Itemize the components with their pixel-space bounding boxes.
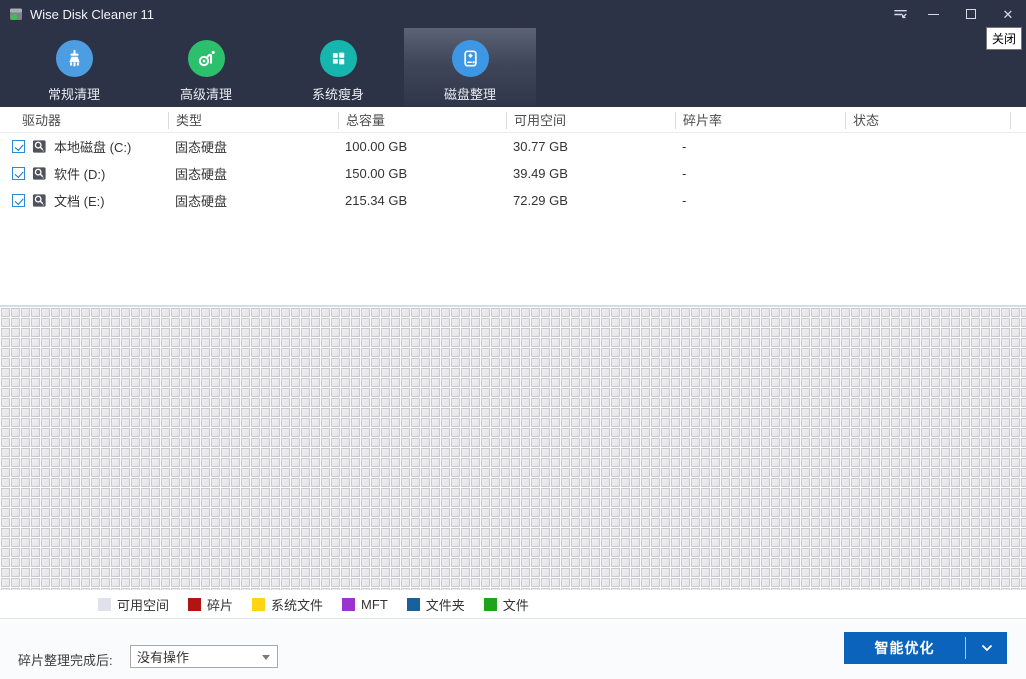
folder-swatch: [407, 598, 420, 611]
tab-label: 系统瘦身: [312, 84, 364, 103]
block-legend: 可用空间 碎片 系统文件 MFT 文件夹 文件: [0, 590, 1026, 618]
chevron-down-icon: [981, 644, 993, 652]
column-header-frag: 碎片率: [675, 112, 845, 129]
legend-item-free: 可用空间: [98, 595, 169, 614]
close-tooltip: 关闭: [986, 27, 1022, 50]
legend-item-folder: 文件夹: [407, 595, 465, 614]
drive-table: 驱动器 类型 总容量 可用空间 碎片率 状态 本地磁盘 (C:) 固态硬盘 10…: [0, 108, 1026, 214]
legend-item-mft: MFT: [342, 597, 388, 612]
table-row-drive-e[interactable]: 文档 (E:) 固态硬盘 215.34 GB 72.29 GB -: [0, 187, 1026, 214]
vacuum-icon: [188, 40, 225, 77]
minimize-button[interactable]: [919, 1, 947, 27]
close-button[interactable]: ✕: [994, 1, 1022, 27]
footer-bar: 碎片整理完成后: 没有操作 智能优化: [0, 618, 1026, 679]
hdd-search-icon: [32, 193, 47, 208]
app-logo-icon: [8, 6, 24, 22]
select-value: 没有操作: [137, 647, 189, 666]
drive-total: 100.00 GB: [338, 139, 506, 154]
tab-label: 磁盘整理: [444, 84, 496, 103]
tab-label: 高级清理: [180, 84, 232, 103]
after-defrag-select[interactable]: 没有操作: [130, 645, 278, 668]
drive-total: 150.00 GB: [338, 166, 506, 181]
main-menu-button[interactable]: [886, 1, 914, 27]
menu-icon: [892, 6, 909, 23]
column-header-spacer: [1011, 112, 1026, 129]
column-header-status: 状态: [845, 112, 1011, 129]
after-defrag-label: 碎片整理完成后:: [18, 650, 113, 669]
legend-item-system-files: 系统文件: [252, 595, 323, 614]
drive-free: 39.49 GB: [506, 166, 675, 181]
drive-type: 固态硬盘: [168, 191, 338, 210]
fragment-swatch: [188, 598, 201, 611]
tab-disk-defrag[interactable]: 磁盘整理: [404, 28, 536, 107]
titlebar: Wise Disk Cleaner 11 ✕ 关闭: [0, 0, 1026, 28]
drive-name: 软件 (D:): [54, 164, 105, 183]
file-swatch: [484, 598, 497, 611]
drive-checkbox[interactable]: [12, 140, 25, 153]
minimize-icon: [928, 14, 939, 15]
drive-table-header: 驱动器 类型 总容量 可用空间 碎片率 状态: [0, 108, 1026, 133]
caret-down-icon: [262, 655, 270, 660]
drive-name: 本地磁盘 (C:): [54, 137, 131, 156]
windows-logo-icon: [320, 40, 357, 77]
system-files-swatch: [252, 598, 265, 611]
maximize-icon: [966, 9, 976, 19]
wise-disk-cleaner-window: Wise Disk Cleaner 11 ✕ 关闭: [0, 0, 1026, 679]
maximize-button[interactable]: [957, 1, 985, 27]
drive-frag: -: [675, 166, 845, 181]
hdd-search-icon: [32, 166, 47, 181]
drive-free: 30.77 GB: [506, 139, 675, 154]
header: Wise Disk Cleaner 11 ✕ 关闭: [0, 0, 1026, 107]
smart-optimize-dropdown-button[interactable]: [966, 644, 1007, 652]
drive-name: 文档 (E:): [54, 191, 105, 210]
broom-icon: [56, 40, 93, 77]
free-space-swatch: [98, 598, 111, 611]
tab-advanced-clean[interactable]: 高级清理: [140, 28, 272, 107]
drive-checkbox[interactable]: [12, 194, 25, 207]
drive-frag: -: [675, 193, 845, 208]
toolbar-tabs: 常规清理 高级清理: [8, 28, 536, 107]
smart-optimize-button[interactable]: 智能优化: [844, 638, 965, 658]
window-title: Wise Disk Cleaner 11: [30, 7, 154, 22]
column-header-drive: 驱动器: [0, 112, 168, 129]
table-row-drive-d[interactable]: 软件 (D:) 固态硬盘 150.00 GB 39.49 GB -: [0, 160, 1026, 187]
tab-system-slim[interactable]: 系统瘦身: [272, 28, 404, 107]
hdd-search-icon: [32, 139, 47, 154]
column-header-type: 类型: [168, 112, 338, 129]
defrag-block-map: [0, 305, 1026, 590]
column-header-free: 可用空间: [506, 112, 675, 129]
column-header-total: 总容量: [338, 112, 506, 129]
hard-drive-icon: [452, 40, 489, 77]
drive-type: 固态硬盘: [168, 137, 338, 156]
drive-checkbox[interactable]: [12, 167, 25, 180]
legend-item-fragment: 碎片: [188, 595, 233, 614]
mft-swatch: [342, 598, 355, 611]
drive-type: 固态硬盘: [168, 164, 338, 183]
tab-label: 常规清理: [48, 84, 100, 103]
drive-free: 72.29 GB: [506, 193, 675, 208]
legend-item-file: 文件: [484, 595, 529, 614]
drive-total: 215.34 GB: [338, 193, 506, 208]
tab-regular-clean[interactable]: 常规清理: [8, 28, 140, 107]
close-icon: ✕: [1003, 8, 1014, 21]
table-row-drive-c[interactable]: 本地磁盘 (C:) 固态硬盘 100.00 GB 30.77 GB -: [0, 133, 1026, 160]
drive-frag: -: [675, 139, 845, 154]
smart-optimize-split-button: 智能优化: [844, 632, 1007, 664]
